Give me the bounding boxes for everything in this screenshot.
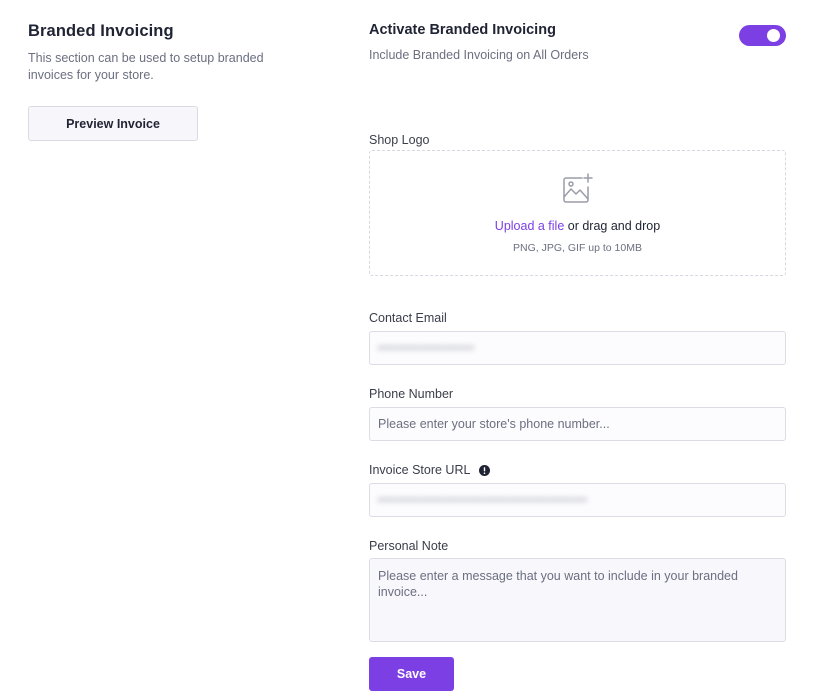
contact-email-value: •••••••••••••••••• — [378, 341, 475, 355]
section-intro: Branded Invoicing This section can be us… — [28, 22, 278, 84]
upload-instructions: Upload a file or drag and drop — [370, 219, 785, 233]
contact-email-label: Contact Email — [369, 311, 447, 325]
phone-number-label: Phone Number — [369, 387, 454, 401]
section-title: Branded Invoicing — [28, 22, 174, 40]
drag-drop-text: or drag and drop — [564, 219, 661, 233]
toggle-knob — [767, 29, 780, 42]
contact-email-field[interactable]: •••••••••••••••••• — [369, 331, 786, 365]
store-url-label-text: Invoice Store URL — [369, 463, 471, 477]
store-url-label: Invoice Store URL — [369, 463, 491, 477]
upload-file-link[interactable]: Upload a file — [495, 219, 565, 233]
upload-hint: PNG, JPG, GIF up to 10MB — [513, 242, 642, 254]
store-url-field[interactable]: ••••••••••••••••••••••••••••••••••••••• — [369, 483, 786, 517]
shop-logo-label: Shop Logo — [369, 133, 430, 147]
activate-subtitle: Include Branded Invoicing on All Orders — [369, 48, 589, 62]
activate-title: Activate Branded Invoicing — [369, 22, 556, 38]
preview-invoice-button[interactable]: Preview Invoice — [28, 106, 198, 141]
logo-dropzone[interactable]: Upload a file or drag and drop PNG, JPG,… — [369, 150, 786, 276]
section-description: This section can be used to setup brande… — [28, 51, 264, 82]
personal-note-label: Personal Note — [369, 539, 449, 553]
image-add-icon — [563, 173, 593, 203]
personal-note-textarea[interactable] — [369, 558, 786, 642]
store-url-value: ••••••••••••••••••••••••••••••••••••••• — [378, 493, 588, 507]
phone-number-input[interactable] — [369, 407, 786, 441]
save-button[interactable]: Save — [369, 657, 454, 691]
info-icon[interactable] — [479, 464, 491, 476]
activate-toggle[interactable] — [739, 25, 786, 46]
